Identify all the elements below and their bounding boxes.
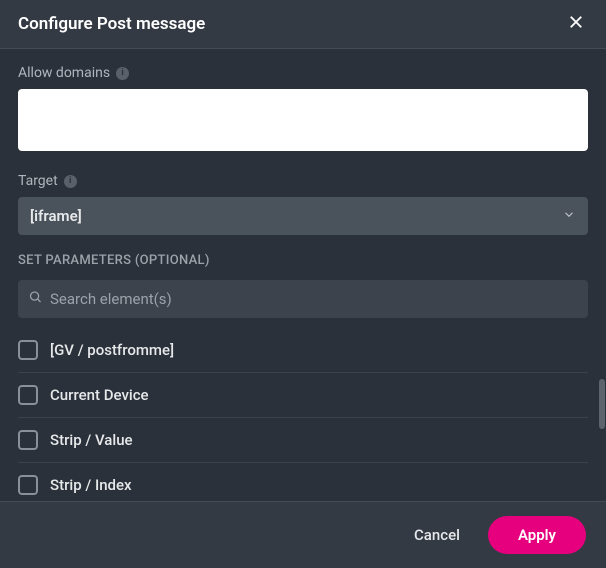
- dialog-footer: Cancel Apply: [0, 501, 606, 568]
- param-item-gv-postfromme[interactable]: [GV / postfromme]: [18, 328, 588, 373]
- param-label: Strip / Value: [50, 431, 133, 449]
- checkbox[interactable]: [18, 430, 38, 450]
- target-label: Target i: [18, 173, 588, 189]
- allow-domains-label-text: Allow domains: [18, 65, 110, 81]
- parameter-list: [GV / postfromme] Current Device Strip /…: [18, 328, 588, 501]
- dialog-body: Allow domains i Target i [iframe] SET PA…: [0, 49, 606, 501]
- target-select-wrapper: [iframe]: [18, 197, 588, 235]
- search-wrapper: [18, 280, 588, 318]
- checkbox[interactable]: [18, 475, 38, 495]
- param-item-strip-index[interactable]: Strip / Index: [18, 463, 588, 501]
- close-button[interactable]: [564, 12, 588, 36]
- apply-button[interactable]: Apply: [488, 516, 586, 554]
- allow-domains-label: Allow domains i: [18, 65, 588, 81]
- search-input[interactable]: [18, 280, 588, 318]
- dialog-header: Configure Post message: [0, 0, 606, 49]
- param-item-strip-value[interactable]: Strip / Value: [18, 418, 588, 463]
- dialog-title: Configure Post message: [18, 14, 205, 34]
- info-icon[interactable]: i: [64, 175, 77, 188]
- info-icon[interactable]: i: [116, 67, 129, 80]
- param-label: [GV / postfromme]: [50, 341, 174, 359]
- target-field: Target i [iframe]: [18, 173, 588, 235]
- param-item-current-device[interactable]: Current Device: [18, 373, 588, 418]
- target-label-text: Target: [18, 173, 58, 189]
- target-select[interactable]: [iframe]: [18, 197, 588, 235]
- allow-domains-input[interactable]: [18, 89, 588, 151]
- checkbox[interactable]: [18, 385, 38, 405]
- configure-post-message-dialog: Configure Post message Allow domains i T…: [0, 0, 606, 568]
- param-label: Strip / Index: [50, 476, 132, 494]
- param-label: Current Device: [50, 386, 149, 404]
- parameters-section-header: SET PARAMETERS (OPTIONAL): [18, 253, 588, 268]
- allow-domains-field: Allow domains i: [18, 65, 588, 155]
- checkbox[interactable]: [18, 340, 38, 360]
- cancel-button[interactable]: Cancel: [404, 518, 470, 552]
- scrollbar-thumb[interactable]: [599, 379, 605, 429]
- close-icon: [567, 13, 585, 35]
